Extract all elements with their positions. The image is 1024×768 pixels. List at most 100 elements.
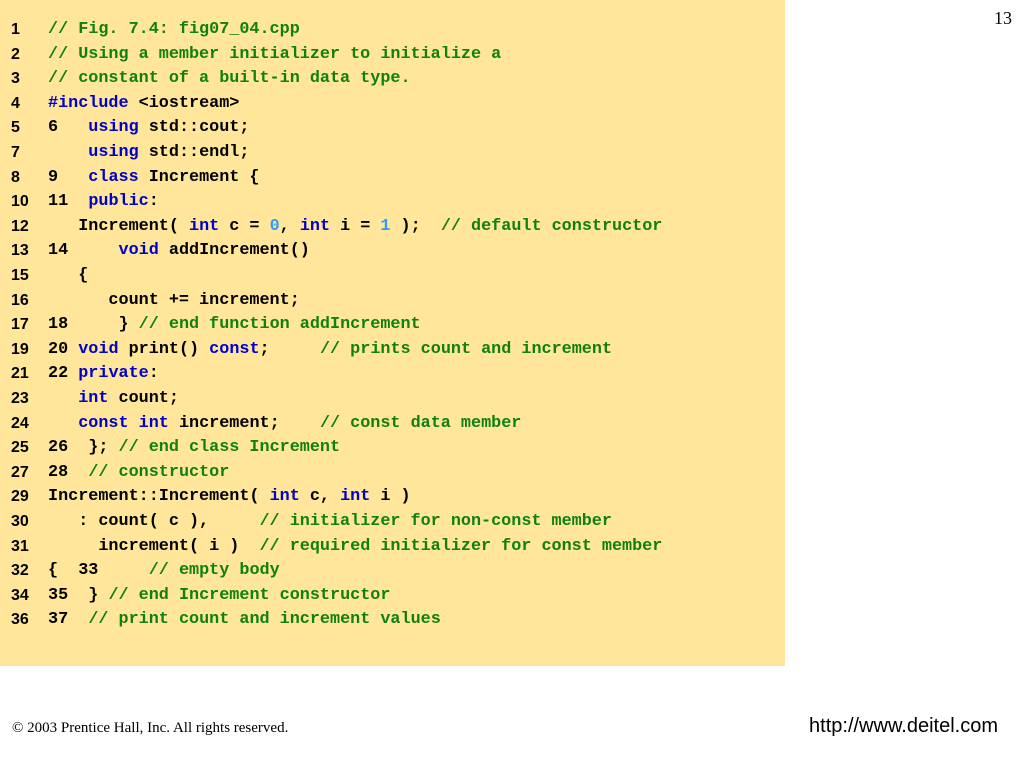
line-number: 30 — [11, 513, 29, 530]
code-text: { — [48, 561, 79, 581]
code-keyword: using — [88, 143, 139, 162]
code-comment: // constant of a built-in data type. — [48, 69, 411, 89]
line-number: 12 — [11, 217, 29, 235]
code-keyword: const — [209, 339, 260, 359]
code-line-number: 14 — [48, 241, 69, 261]
code-line-number: 6 — [48, 118, 59, 138]
code-text: ); — [390, 216, 441, 236]
code-line-number: 9 — [48, 167, 59, 187]
code-comment: // const data member — [319, 413, 522, 433]
code-text: i = — [330, 216, 381, 236]
code-literal: 1 — [380, 216, 391, 236]
code-text: std::cout; — [138, 118, 250, 138]
line-number: 24 — [11, 414, 29, 432]
code-keyword: private — [78, 364, 149, 384]
code-keyword: int — [269, 487, 300, 507]
code-content: 26 }; // end class Increment — [48, 436, 340, 460]
code-text: print() — [118, 339, 210, 359]
code-text: count += increment; — [48, 290, 300, 310]
code-keyword: int — [340, 487, 371, 507]
code-content: using std::endl; — [48, 141, 249, 165]
code-text: addIncrement() — [158, 241, 310, 261]
code-text: } — [68, 585, 109, 605]
line-number: 36 — [11, 611, 29, 629]
code-comment: // constructor — [88, 462, 230, 482]
copyright-notice: © 2003 Prentice Hall, Inc. All rights re… — [12, 720, 289, 736]
code-text: std::endl; — [138, 143, 250, 162]
code-keyword: int — [299, 216, 331, 236]
code-comment: // Using a member initializer to initial… — [48, 44, 502, 64]
code-text: c = — [219, 216, 270, 236]
code-keyword: public — [88, 192, 149, 212]
code-line-number: 20 — [48, 339, 69, 359]
line-number: 34 — [11, 586, 29, 604]
code-comment: // Fig. 7.4: fig07_04.cpp — [48, 20, 300, 39]
line-number: 1 — [11, 21, 20, 38]
line-number: 32 — [11, 562, 29, 580]
code-text: count; — [108, 389, 179, 408]
code-literal: 0 — [269, 216, 280, 236]
code-text: , — [279, 216, 300, 236]
code-content: int count; — [48, 387, 179, 411]
code-comment: // prints count and increment — [319, 339, 613, 359]
line-number: 7 — [11, 144, 20, 161]
line-number: 27 — [11, 463, 29, 481]
code-keyword: int — [189, 216, 220, 236]
code-content: Increment( int c = 0, int i = 1 ); // de… — [48, 215, 662, 239]
code-content: #include <iostream> — [48, 92, 239, 116]
line-number: 19 — [11, 340, 29, 358]
line-number: 25 — [11, 439, 29, 457]
code-keyword: class — [88, 167, 139, 187]
code-line-number: 37 — [48, 610, 69, 630]
code-content: 37 // print count and increment values — [48, 608, 441, 632]
code-text: { — [48, 266, 89, 285]
code-comment: // required initializer for const member — [259, 536, 663, 556]
code-line-number: 35 — [48, 585, 69, 605]
code-text: increment; — [168, 413, 320, 433]
line-number: 23 — [11, 390, 29, 407]
line-number: 2 — [11, 45, 20, 63]
code-line-number: 18 — [48, 315, 69, 335]
code-content: const int increment; // const data membe… — [48, 412, 521, 436]
line-number: 4 — [11, 94, 20, 112]
code-content: 14 void addIncrement() — [48, 239, 310, 263]
code-content: // constant of a built-in data type. — [48, 67, 411, 91]
code-text: increment( i ) — [48, 536, 260, 556]
line-number: 3 — [11, 70, 20, 88]
line-number: 5 — [11, 119, 20, 137]
code-content: count += increment; — [48, 289, 300, 313]
code-content: increment( i ) // required initializer f… — [48, 535, 662, 559]
code-comment: // default constructor — [440, 216, 663, 236]
code-content: 20 void print() const; // prints count a… — [48, 338, 612, 362]
code-keyword: int — [78, 389, 109, 408]
website-url: http://www.deitel.com — [809, 715, 998, 737]
code-comment: // end Increment constructor — [108, 585, 391, 605]
code-content: { 33 // empty body — [48, 559, 280, 583]
line-number: 21 — [11, 365, 29, 383]
code-content: // Using a member initializer to initial… — [48, 43, 501, 67]
line-number: 16 — [11, 291, 29, 309]
line-number: 17 — [11, 316, 29, 334]
code-keyword: void — [78, 339, 119, 359]
code-content: 22 private: — [48, 362, 159, 386]
code-comment: // print count and increment values — [88, 610, 441, 630]
code-comment: // initializer for non-const member — [259, 512, 612, 531]
code-text: Increment::Increment( — [48, 487, 270, 507]
code-line-number: 28 — [48, 462, 69, 482]
code-text: c, — [299, 487, 341, 507]
code-comment: // empty body — [148, 561, 280, 581]
code-text: : count( c ), — [48, 512, 260, 531]
code-text: : — [148, 364, 159, 384]
code-keyword: const — [78, 413, 129, 433]
code-text: } — [68, 315, 139, 335]
code-text: Increment( — [48, 216, 189, 236]
